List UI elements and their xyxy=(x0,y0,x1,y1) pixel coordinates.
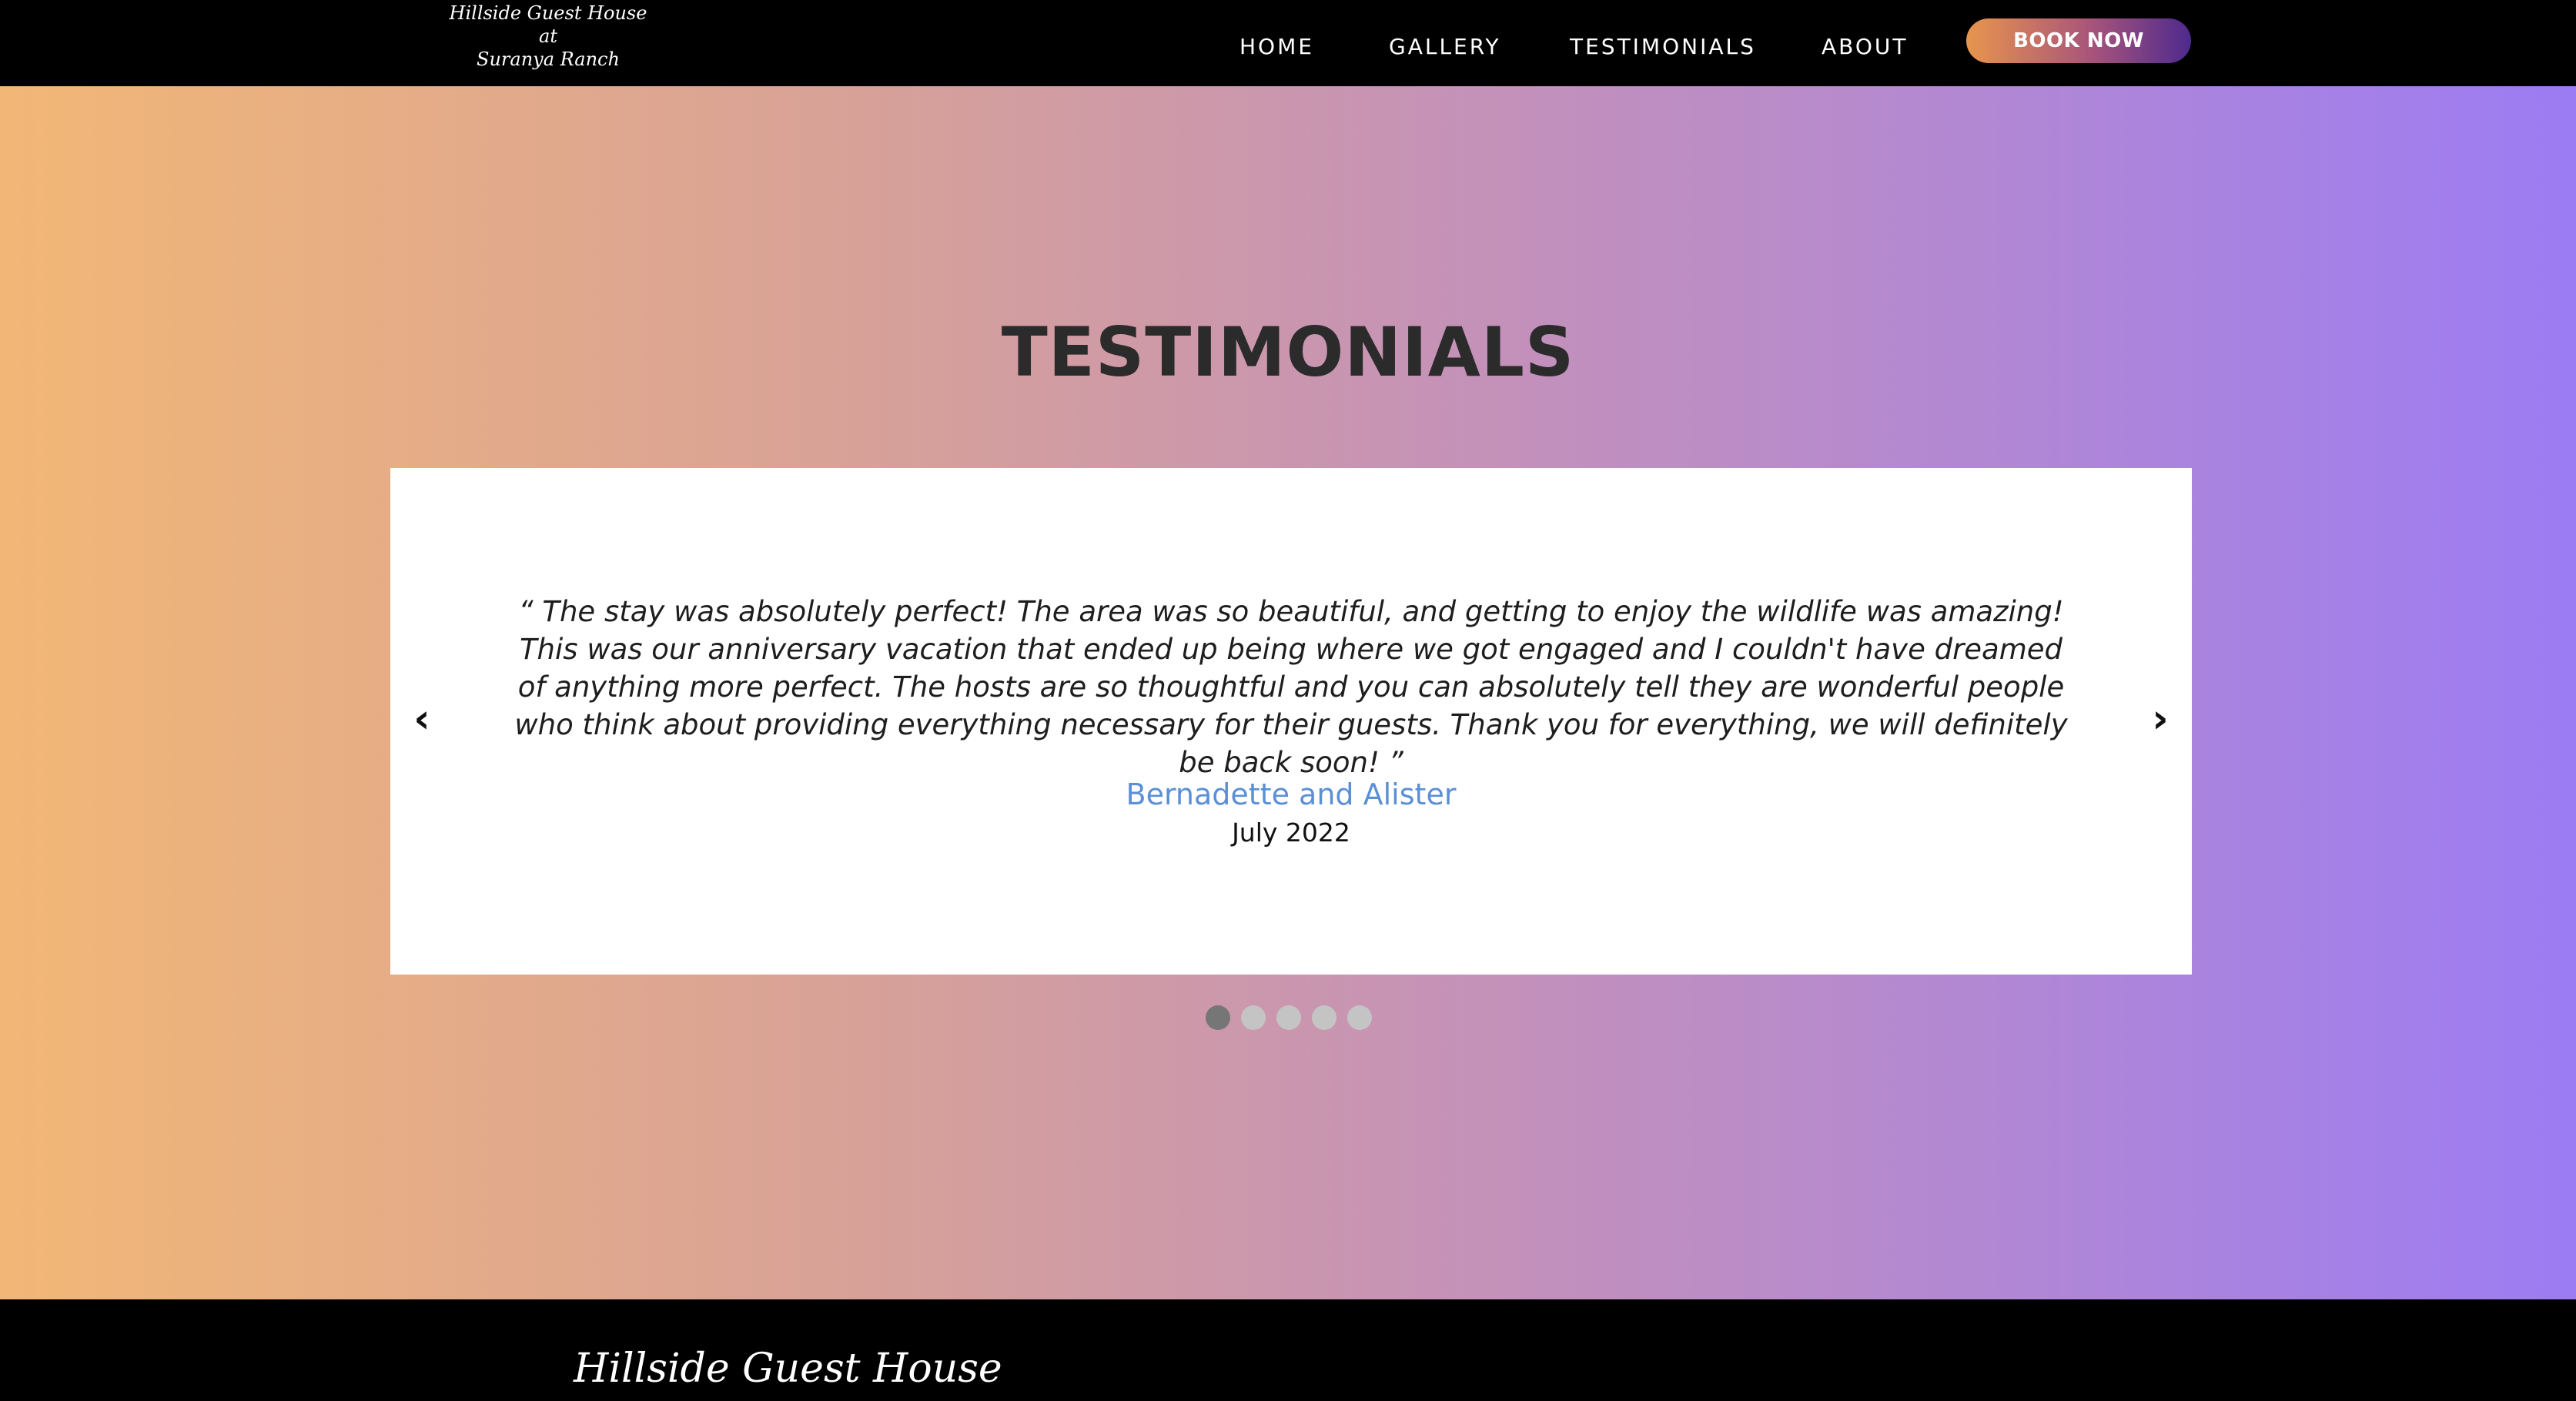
slide-dot-4[interactable] xyxy=(1312,1005,1337,1030)
slide-dot-3[interactable] xyxy=(1276,1005,1301,1030)
next-slide-button[interactable]: › xyxy=(2141,696,2180,742)
site-logo[interactable]: Hillside Guest House at Suranya Ranch xyxy=(433,2,664,71)
testimonials-section: TESTIMONIALS ‹ “ The stay was absolutely… xyxy=(0,86,2576,1299)
prev-slide-button[interactable]: ‹ xyxy=(403,696,441,742)
slide-indicators xyxy=(1206,1005,1372,1030)
section-title: TESTIMONIALS xyxy=(1001,313,1575,392)
slide-dot-5[interactable] xyxy=(1347,1005,1372,1030)
footer-title: Hillside Guest House xyxy=(574,1346,1002,1392)
footer: Hillside Guest House xyxy=(0,1299,2576,1401)
testimonial-date: July 2022 xyxy=(1232,818,1350,848)
nav-link-testimonials[interactable]: TESTIMONIALS xyxy=(1570,34,1756,59)
logo-line-2: at xyxy=(539,25,557,47)
book-now-button[interactable]: BOOK NOW xyxy=(1966,18,2191,63)
nav-link-about[interactable]: ABOUT xyxy=(1822,34,1909,59)
nav-link-gallery[interactable]: GALLERY xyxy=(1389,34,1501,59)
testimonial-quote: “ The stay was absolutely perfect! The a… xyxy=(514,595,2068,779)
testimonial-card: ‹ “ The stay was absolutely perfect! The… xyxy=(390,468,2192,975)
slide-dot-1[interactable] xyxy=(1206,1005,1230,1030)
slide-dot-2[interactable] xyxy=(1241,1005,1266,1030)
top-navbar: Hillside Guest House at Suranya Ranch HO… xyxy=(0,0,2576,86)
logo-line-1: Hillside Guest House xyxy=(449,2,647,24)
testimonial-author[interactable]: Bernadette and Alister xyxy=(390,777,2192,811)
logo-line-3: Suranya Ranch xyxy=(477,48,620,70)
nav-link-home[interactable]: HOME xyxy=(1239,34,1314,59)
